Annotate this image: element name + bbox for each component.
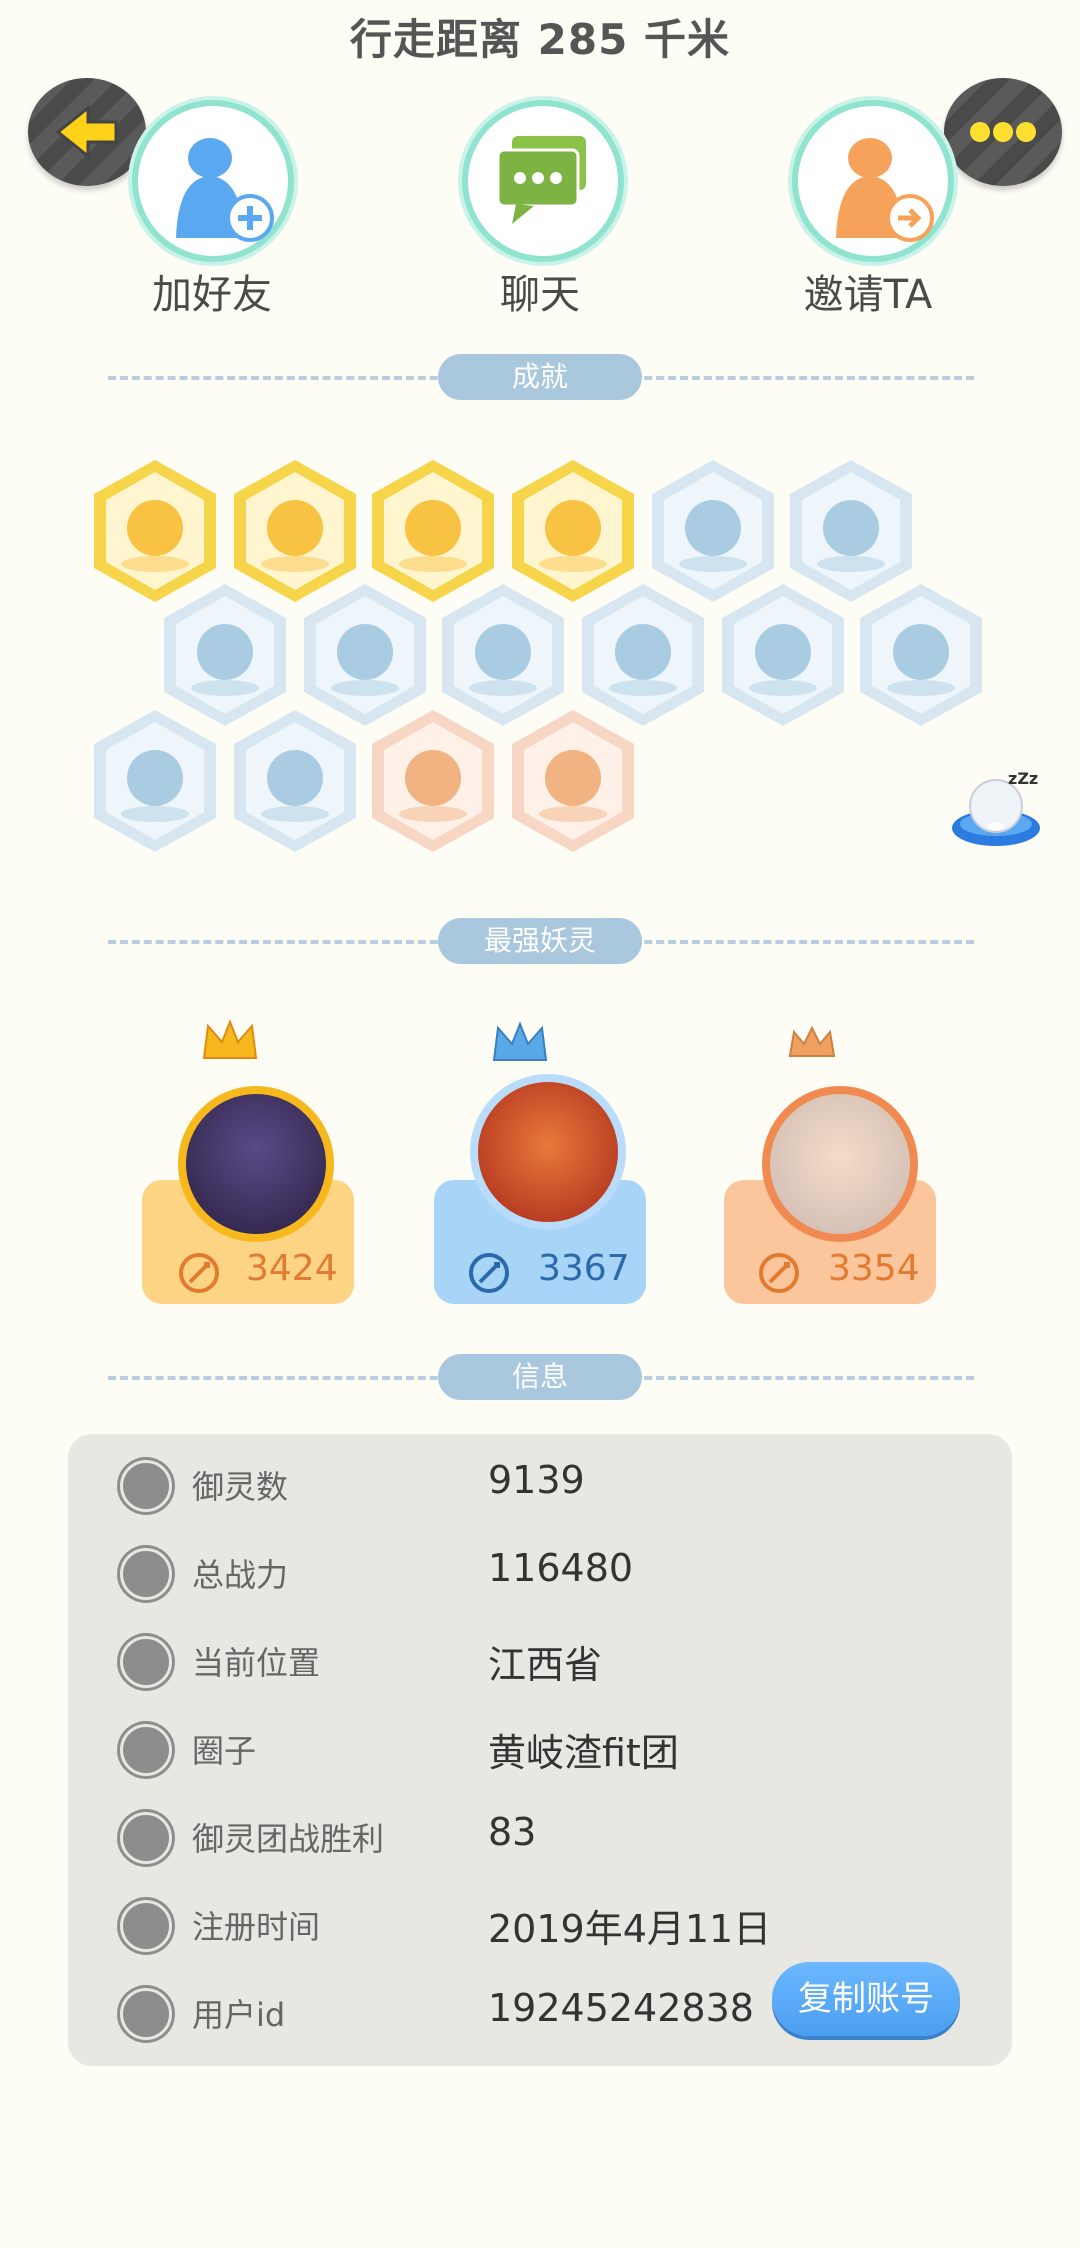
info-value: 9139: [488, 1458, 585, 1502]
top-sprite-power-1: 3424: [246, 1248, 338, 1289]
back-arrow-icon: [55, 104, 118, 160]
top-sprite-power-2: 3367: [538, 1248, 630, 1289]
info-label: 用户id: [192, 1996, 286, 2034]
info-section-title: 信息: [438, 1354, 642, 1400]
info-value: 19245242838: [488, 1986, 754, 2030]
sword-power-icon: [469, 1253, 509, 1293]
chat-button[interactable]: [462, 100, 624, 262]
gold-crown-icon: [202, 1019, 258, 1059]
stroller-icon[interactable]: [368, 706, 498, 856]
id-card-icon: [120, 1988, 172, 2040]
ghost-cat-icon[interactable]: [90, 706, 220, 856]
info-label: 御灵数: [192, 1468, 289, 1506]
more-button[interactable]: [944, 78, 1062, 186]
top-sprite-avatar-2[interactable]: [470, 1074, 626, 1230]
strongest-section-title: 最强妖灵: [438, 918, 642, 964]
top-sprite-power-3: 3354: [828, 1248, 920, 1289]
info-value: 黄岐渣fit团: [488, 1731, 679, 1775]
info-value: 116480: [488, 1546, 634, 1590]
book-fox-icon[interactable]: [230, 706, 360, 856]
info-label: 当前位置: [192, 1644, 321, 1682]
info-value: 江西省: [488, 1643, 603, 1687]
clock-icon: [120, 1900, 172, 1952]
info-label: 总战力: [192, 1556, 289, 1594]
top-sprite-avatar-3[interactable]: [762, 1086, 918, 1242]
top-sprite-avatar-1[interactable]: [178, 1086, 334, 1242]
invite-button[interactable]: [792, 100, 954, 262]
walk-distance-title: 行走距离 285 千米: [350, 15, 730, 64]
sleeping-ufo-icon[interactable]: zZz: [948, 766, 1044, 856]
sword-power-icon: [759, 1253, 799, 1293]
location-pin-icon: [120, 1636, 172, 1688]
sword-power-icon: [179, 1253, 219, 1293]
spirit-count-icon: [120, 1460, 172, 1512]
info-label: 御灵团战胜利: [192, 1820, 385, 1858]
add-friend-button[interactable]: [132, 100, 294, 262]
add-friend-label: 加好友: [152, 272, 272, 318]
more-dots-icon: [970, 122, 1036, 142]
demon-statue-icon[interactable]: [508, 706, 638, 856]
team-victory-icon: [120, 1812, 172, 1864]
dragon-icon[interactable]: [718, 580, 848, 730]
info-label: 注册时间: [192, 1908, 321, 1946]
blue-crown-icon: [492, 1021, 548, 1061]
info-value: 83: [488, 1810, 537, 1854]
svg-text:zZz: zZz: [1008, 769, 1038, 788]
sword-icon: [120, 1548, 172, 1600]
add-friend-icon: [176, 138, 274, 242]
circle-target-icon: [120, 1724, 172, 1776]
copy-account-button[interactable]: 复制账号: [772, 1962, 960, 2036]
info-value: 2019年4月11日: [488, 1907, 772, 1951]
invite-label: 邀请TA: [803, 272, 933, 318]
invite-icon: [836, 138, 934, 242]
chat-icon: [496, 136, 586, 224]
back-button[interactable]: [28, 78, 146, 186]
chat-label: 聊天: [500, 272, 580, 318]
info-label: 圈子: [192, 1732, 257, 1770]
shield-orb-icon[interactable]: [856, 580, 986, 730]
achievements-section-title: 成就: [438, 354, 642, 400]
bronze-crown-icon: [788, 1025, 836, 1057]
